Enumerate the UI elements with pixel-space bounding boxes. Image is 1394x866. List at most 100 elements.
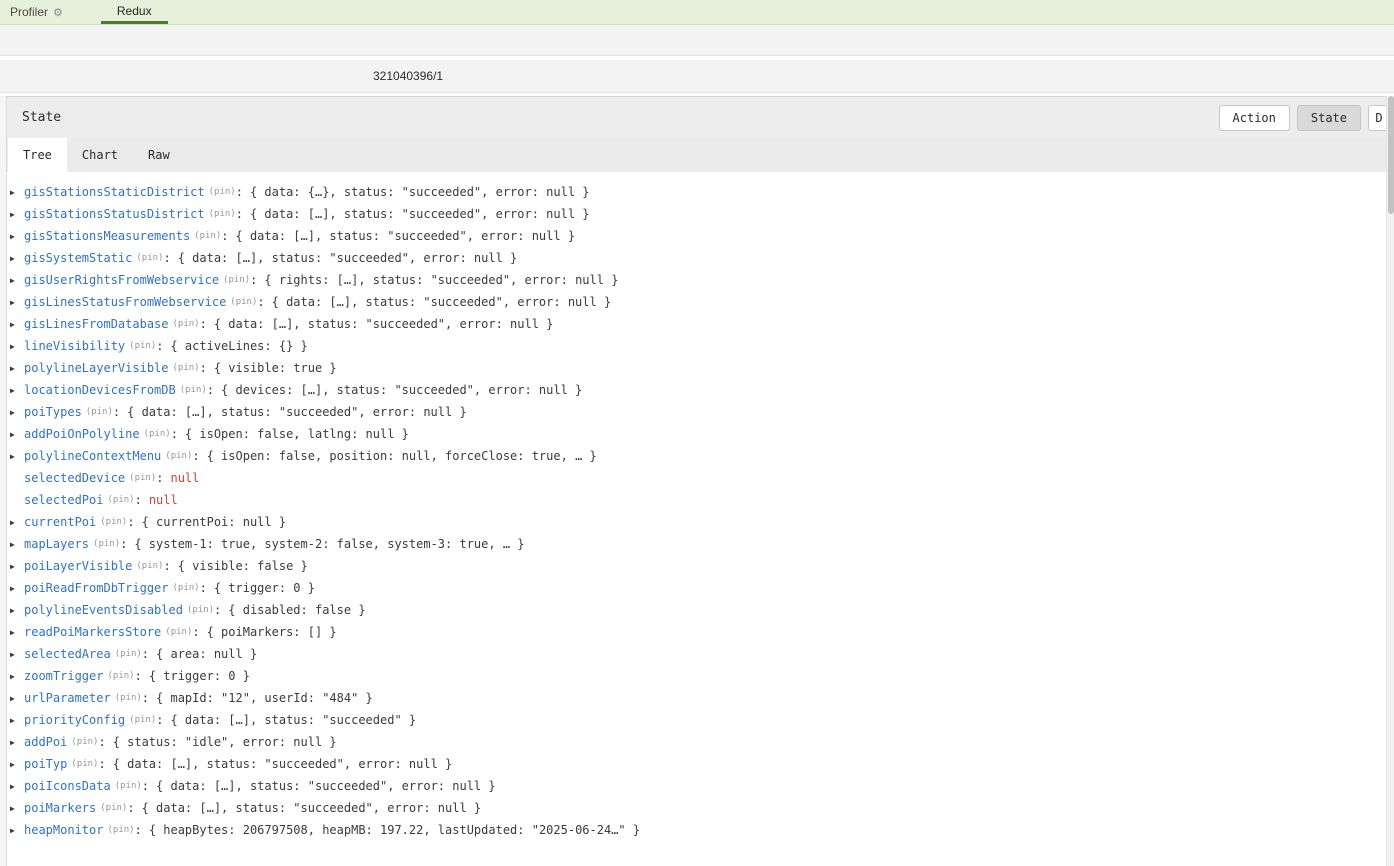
colon: : [236,207,243,221]
state-key[interactable]: zoomTrigger [24,669,103,683]
state-key[interactable]: polylineLayerVisible [24,361,169,375]
state-key[interactable]: gisLinesStatusFromWebservice [24,295,226,309]
tree-row: ▶ currentPoi (pin) : { currentPoi: null … [10,511,1394,533]
colon: : [156,339,163,353]
expand-arrow-icon[interactable]: ▶ [10,562,24,571]
expand-arrow-icon[interactable]: ▶ [10,628,24,637]
state-key[interactable]: addPoiOnPolyline [24,427,140,441]
pin-label: (pin) [187,605,214,615]
expand-arrow-icon[interactable]: ▶ [10,408,24,417]
state-key[interactable]: heapMonitor [24,823,103,837]
colon: : [98,735,105,749]
tree-row: ▶ gisLinesFromDatabase (pin) : { data: [… [10,313,1394,335]
state-key[interactable]: gisStationsStatusDistrict [24,207,205,221]
state-key[interactable]: poiReadFromDbTrigger [24,581,169,595]
state-key[interactable]: poiLayerVisible [24,559,132,573]
colon: : [98,757,105,771]
state-key[interactable]: priorityConfig [24,713,125,727]
gear-icon: ⚙ [53,6,63,19]
pin-label: (pin) [136,253,163,263]
state-key[interactable]: poiMarkers [24,801,96,815]
state-key[interactable]: urlParameter [24,691,111,705]
colon: : [192,625,199,639]
selected-action-id[interactable]: 321040396/1 [373,69,443,83]
expand-arrow-icon[interactable]: ▶ [10,826,24,835]
expand-arrow-icon[interactable]: ▶ [10,386,24,395]
expand-arrow-icon[interactable]: ▶ [10,760,24,769]
expand-arrow-icon[interactable]: ▶ [10,430,24,439]
state-key[interactable]: gisStationsStaticDistrict [24,185,205,199]
pin-label: (pin) [71,737,98,747]
inspector-header: State Action State D [0,96,1394,138]
expand-arrow-icon[interactable]: ▶ [10,298,24,307]
expand-arrow-icon[interactable]: ▶ [10,232,24,241]
state-value-preview: { trigger: 0 } [214,581,315,595]
state-key[interactable]: poiIconsData [24,779,111,793]
expand-arrow-icon[interactable]: ▶ [10,188,24,197]
action-list-row[interactable]: 321040396/1 [0,60,1394,93]
expand-arrow-icon[interactable]: ▶ [10,606,24,615]
expand-arrow-icon[interactable]: ▶ [10,276,24,285]
state-key[interactable]: addPoi [24,735,67,749]
pin-label: (pin) [71,759,98,769]
expand-arrow-icon[interactable]: ▶ [10,584,24,593]
tree-row: ▶ heapMonitor (pin) : { heapBytes: 20679… [10,819,1394,841]
expand-arrow-icon[interactable]: ▶ [10,694,24,703]
tree-row: ▶ readPoiMarkersStore (pin) : { poiMarke… [10,621,1394,643]
tree-row: ▶ gisSystemStatic (pin) : { data: […], s… [10,247,1394,269]
state-key[interactable]: gisSystemStatic [24,251,132,265]
state-key[interactable]: selectedDevice [24,471,125,485]
expand-arrow-icon[interactable]: ▶ [10,782,24,791]
pin-label: (pin) [129,473,156,483]
state-key[interactable]: polylineEventsDisabled [24,603,183,617]
state-key[interactable]: gisStationsMeasurements [24,229,190,243]
state-button[interactable]: State [1297,105,1361,131]
colon: : [142,691,149,705]
pin-label: (pin) [115,693,142,703]
expand-arrow-icon[interactable]: ▶ [10,518,24,527]
state-key[interactable]: lineVisibility [24,339,125,353]
panel-resize-handle[interactable] [0,96,7,866]
tab-chart[interactable]: Chart [67,138,133,172]
colon: : [236,185,243,199]
state-key[interactable]: gisLinesFromDatabase [24,317,169,331]
state-key[interactable]: mapLayers [24,537,89,551]
colon: : [113,405,120,419]
state-key[interactable]: poiTyp [24,757,67,771]
vertical-scrollbar[interactable] [1386,96,1394,866]
expand-arrow-icon[interactable]: ▶ [10,210,24,219]
state-key[interactable]: gisUserRightsFromWebservice [24,273,219,287]
tab-redux[interactable]: Redux [101,0,168,24]
tree-row: ▶ gisStationsStatusDistrict (pin) : { da… [10,203,1394,225]
expand-arrow-icon[interactable]: ▶ [10,364,24,373]
expand-arrow-icon[interactable]: ▶ [10,672,24,681]
expand-arrow-icon[interactable]: ▶ [10,738,24,747]
tab-raw[interactable]: Raw [133,138,185,172]
state-value-preview: { status: "idle", error: null } [113,735,337,749]
expand-arrow-icon[interactable]: ▶ [10,650,24,659]
state-key[interactable]: readPoiMarkersStore [24,625,161,639]
expand-arrow-icon[interactable]: ▶ [10,804,24,813]
pin-label: (pin) [165,451,192,461]
expand-arrow-icon[interactable]: ▶ [10,320,24,329]
tab-profiler[interactable]: Profiler ⚙ [0,0,73,24]
state-key[interactable]: selectedPoi [24,493,103,507]
tree-row: ▶ zoomTrigger (pin) : { trigger: 0 } [10,665,1394,687]
expand-arrow-icon[interactable]: ▶ [10,716,24,725]
state-key[interactable]: currentPoi [24,515,96,529]
state-value-preview: { activeLines: {} } [170,339,307,353]
scrollbar-thumb[interactable] [1388,96,1394,214]
state-key[interactable]: locationDevicesFromDB [24,383,176,397]
expand-arrow-icon[interactable]: ▶ [10,254,24,263]
pin-label: (pin) [173,319,200,329]
state-key[interactable]: polylineContextMenu [24,449,161,463]
tab-tree[interactable]: Tree [8,138,67,172]
action-button[interactable]: Action [1219,105,1290,131]
expand-arrow-icon[interactable]: ▶ [10,452,24,461]
tree-row: ▶ selectedDevice (pin) : null [10,467,1394,489]
expand-arrow-icon[interactable]: ▶ [10,540,24,549]
state-key[interactable]: selectedArea [24,647,111,661]
expand-arrow-icon[interactable]: ▶ [10,342,24,351]
state-key[interactable]: poiTypes [24,405,82,419]
pin-label: (pin) [100,803,127,813]
